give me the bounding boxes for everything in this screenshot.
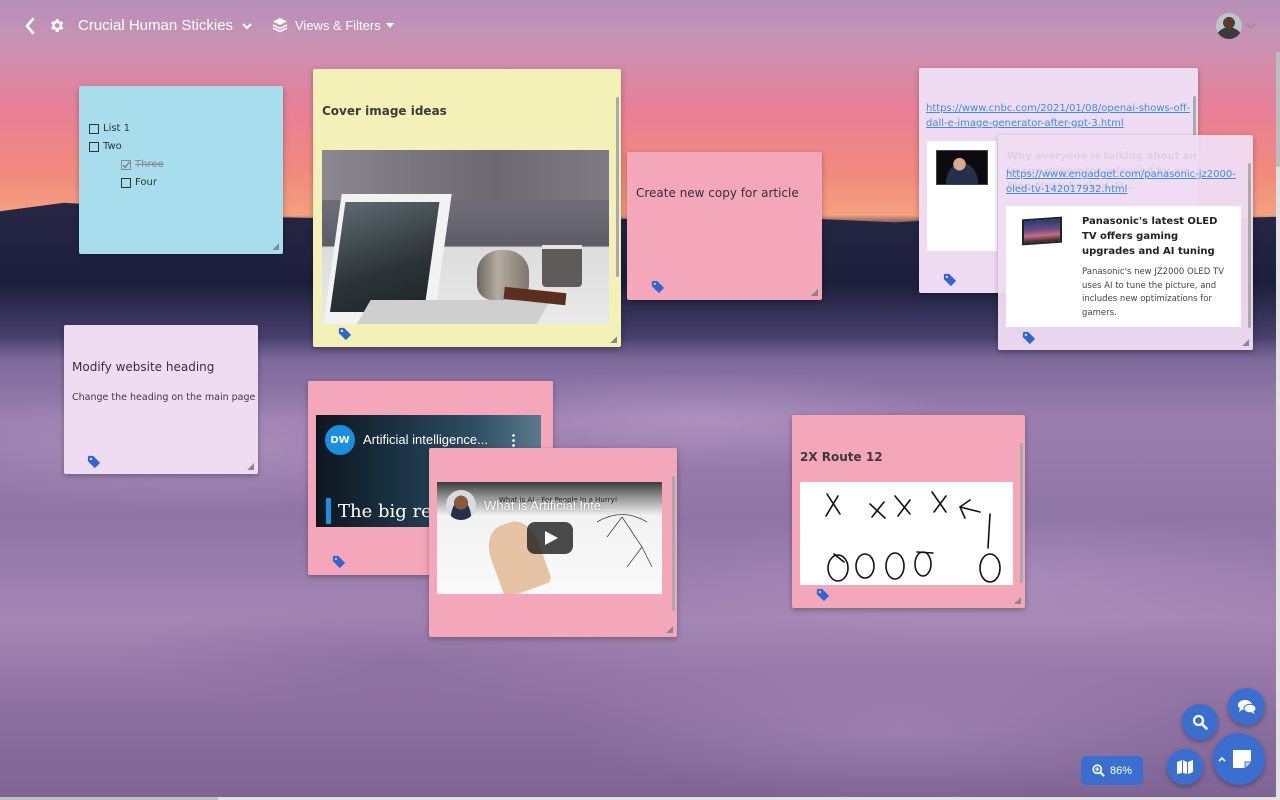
checklist-item-label: List 1 (103, 123, 131, 134)
preview-description: Panasonic's new JZ2000 OLED TV uses AI t… (1082, 267, 1225, 318)
chevron-down-icon (242, 22, 252, 30)
link-line: https://www.cnbc.com/2021/01/08/openai-s… (926, 103, 1191, 114)
resize-handle[interactable] (610, 336, 617, 343)
resize-handle[interactable] (811, 289, 818, 296)
checklist-item[interactable]: List 1 (89, 123, 130, 134)
link-line: https://www.engadget.com/panasonic-jz200… (1006, 169, 1236, 180)
search-icon (1192, 714, 1208, 730)
video-embed[interactable]: What is AI - For People In a Hurry! What… (437, 482, 662, 594)
note-title: Modify website heading (72, 360, 215, 374)
tag-icon[interactable] (332, 555, 346, 569)
tag-icon[interactable] (87, 455, 101, 469)
back-button[interactable] (24, 17, 36, 35)
channel-avatar (446, 490, 476, 520)
checklist-item-label: Two (103, 141, 122, 152)
link-preview-card[interactable] (927, 141, 997, 251)
top-bar: Crucial Human Stickies Views & Filters (0, 0, 1280, 52)
avatar[interactable] (1216, 13, 1242, 39)
resize-handle[interactable] (272, 243, 279, 250)
video-caption: The big res (338, 501, 441, 522)
settings-button[interactable] (48, 17, 65, 34)
video-caption-bar (326, 498, 331, 524)
scrollbar-thumb[interactable] (1276, 52, 1280, 167)
vertical-scrollbar[interactable] (1276, 52, 1280, 797)
tag-icon[interactable] (1022, 331, 1036, 345)
note-checklist[interactable]: List 1 Two Three Four (79, 86, 283, 254)
note-engadget-link[interactable]: Why everyone is talking about an image g… (998, 135, 1253, 350)
note-scrollbar[interactable] (1248, 163, 1251, 328)
views-filters-label: Views & Filters (295, 17, 381, 33)
play-button[interactable] (527, 522, 573, 554)
views-filters-dropdown[interactable]: Views & Filters (272, 17, 395, 33)
preview-thumbnail (936, 150, 988, 185)
zoom-level: 86% (1109, 764, 1133, 777)
tag-icon[interactable] (651, 280, 665, 294)
note-video-ai[interactable]: What is AI - For People In a Hurry! What… (429, 448, 677, 637)
note-title: Cover image ideas (322, 104, 447, 118)
map-icon (1177, 760, 1193, 774)
checklist-item-label: Four (135, 177, 157, 188)
note-title: Create new copy for article (636, 186, 799, 200)
chevron-left-icon (25, 17, 35, 35)
caret-down-icon (385, 23, 394, 28)
map-button[interactable] (1167, 749, 1203, 785)
layers-icon (272, 18, 288, 33)
note-body: Change the heading on the main page (72, 392, 256, 403)
more-icon[interactable] (512, 433, 515, 447)
cnbc-link[interactable]: https://www.cnbc.com/2021/01/08/openai-s… (926, 101, 1190, 131)
note-cover-image[interactable]: Cover image ideas (313, 69, 621, 347)
board-title-dropdown[interactable]: Crucial Human Stickies (78, 17, 253, 34)
resize-handle[interactable] (1014, 597, 1021, 604)
checklist-item[interactable]: Two (89, 141, 122, 152)
note-modify-heading[interactable]: Modify website heading Change the headin… (64, 325, 258, 474)
gear-icon (51, 19, 64, 32)
route-drawing (800, 482, 1013, 585)
checkbox[interactable] (121, 177, 131, 188)
diagram-sketch (596, 514, 653, 568)
resize-handle[interactable] (666, 626, 673, 633)
check-icon (122, 161, 131, 169)
checklist-item[interactable]: Three (121, 159, 164, 170)
resize-handle[interactable] (247, 463, 254, 470)
add-note-button[interactable] (1213, 733, 1265, 785)
chat-button[interactable] (1228, 688, 1265, 725)
link-line: dall-e-image-generator-after-gpt-3.html (926, 118, 1124, 129)
note-scrollbar[interactable] (616, 97, 619, 277)
checklist-item-label: Three (135, 159, 164, 170)
checkbox-checked[interactable] (121, 159, 131, 170)
chevron-down-icon[interactable] (1246, 22, 1256, 30)
tag-icon[interactable] (338, 327, 352, 341)
preview-thumbnail (1022, 216, 1062, 246)
preview-title: Panasonic's latest OLED TV offers gaming… (1082, 216, 1218, 257)
chat-icon (1237, 699, 1256, 714)
search-button[interactable] (1182, 704, 1218, 740)
checklist-item[interactable]: Four (121, 177, 157, 188)
channel-name: DW (330, 434, 350, 446)
chevron-up-icon (1218, 756, 1226, 762)
link-preview-card[interactable]: Panasonic's latest OLED TV offers gaming… (1006, 206, 1241, 327)
board-title: Crucial Human Stickies (78, 17, 234, 34)
note-scrollbar[interactable] (1020, 443, 1023, 583)
resize-handle[interactable] (1242, 339, 1249, 346)
link-line: oled-tv-142017932.html (1006, 184, 1128, 195)
engadget-link[interactable]: https://www.engadget.com/panasonic-jz200… (1006, 167, 1236, 197)
sticky-note-icon (1233, 750, 1251, 768)
tag-icon[interactable] (943, 273, 957, 287)
tag-icon[interactable] (816, 588, 830, 602)
note-create-copy[interactable]: Create new copy for article (627, 152, 822, 300)
zoom-level-button[interactable]: 86% (1081, 756, 1143, 785)
video-title: Artificial intelligence... (363, 432, 488, 447)
zoom-in-icon (1092, 764, 1105, 777)
checkbox[interactable] (89, 123, 99, 134)
note-route[interactable]: 2X Route 12 (792, 415, 1025, 608)
channel-logo: DW (325, 425, 355, 455)
checkbox[interactable] (89, 141, 99, 152)
cover-image (322, 150, 609, 324)
note-scrollbar[interactable] (672, 476, 675, 611)
note-title: 2X Route 12 (800, 450, 883, 464)
